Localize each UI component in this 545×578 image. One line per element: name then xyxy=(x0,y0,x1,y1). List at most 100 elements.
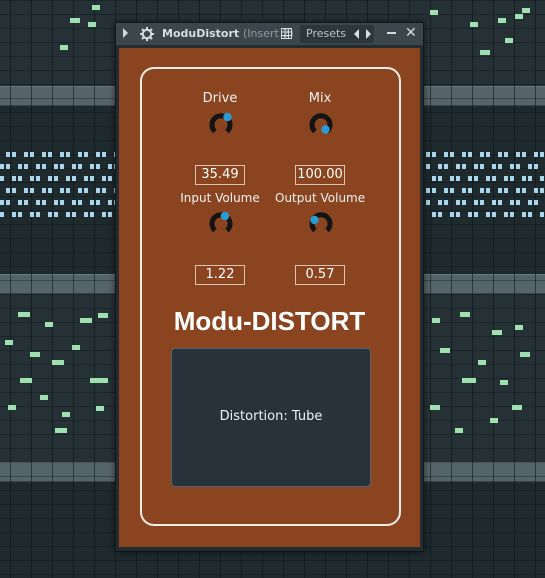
grid-line xyxy=(472,0,473,578)
piano-roll-note xyxy=(72,200,76,205)
next-preset-icon[interactable] xyxy=(366,29,371,39)
piano-roll-note xyxy=(72,176,76,181)
piano-roll-note xyxy=(98,313,108,318)
piano-roll-note xyxy=(492,200,496,205)
piano-roll-note xyxy=(66,188,70,193)
grid-row-line xyxy=(0,0,545,1)
piano-roll-note xyxy=(516,152,520,157)
previous-preset-icon[interactable] xyxy=(354,29,359,39)
piano-roll-note xyxy=(84,188,88,193)
piano-roll-note xyxy=(522,176,526,181)
drive-value-field[interactable]: 35.49 xyxy=(195,165,245,185)
piano-roll-note xyxy=(12,188,16,193)
piano-roll-note xyxy=(90,164,94,169)
piano-roll-note xyxy=(520,352,530,357)
piano-roll-note xyxy=(48,212,52,217)
piano-roll-note xyxy=(486,188,490,193)
piano-roll-note xyxy=(45,322,53,327)
piano-roll-note xyxy=(70,18,80,23)
piano-roll-note xyxy=(474,212,478,217)
piano-roll-note xyxy=(498,188,502,193)
piano-roll-note xyxy=(96,152,100,157)
output-volume-knob[interactable] xyxy=(309,211,333,235)
piano-roll-note xyxy=(474,176,478,181)
piano-roll-note xyxy=(66,176,70,181)
piano-roll-note xyxy=(432,152,436,157)
piano-roll-note xyxy=(432,188,436,193)
output-volume-label: Output Volume xyxy=(275,191,366,205)
piano-roll-note xyxy=(468,188,472,193)
piano-roll-note xyxy=(430,10,438,15)
piano-roll-note xyxy=(60,164,64,169)
output-volume-value-field[interactable]: 0.57 xyxy=(295,265,345,285)
piano-roll-note xyxy=(96,164,100,169)
input-volume-value-field[interactable]: 1.22 xyxy=(195,265,245,285)
piano-roll-note xyxy=(54,212,58,217)
grid-line xyxy=(94,0,95,578)
piano-roll-note xyxy=(510,212,514,217)
piano-roll-note xyxy=(54,200,58,205)
mix-knob[interactable] xyxy=(309,112,333,136)
piano-roll-note xyxy=(426,200,430,205)
piano-roll-note xyxy=(108,176,112,181)
piano-roll-note xyxy=(505,38,513,43)
piano-roll-note xyxy=(486,152,490,157)
piano-roll-note xyxy=(474,200,478,205)
close-icon[interactable]: ✕ xyxy=(405,26,417,40)
piano-roll-note xyxy=(426,152,430,157)
piano-roll-note xyxy=(534,200,538,205)
piano-roll-note xyxy=(534,152,538,157)
piano-roll-note xyxy=(432,212,436,217)
piano-roll-note xyxy=(20,378,32,383)
piano-roll-note xyxy=(528,164,532,169)
presets-menu[interactable]: Presets xyxy=(300,25,374,43)
piano-roll-note xyxy=(515,14,523,19)
piano-roll-note xyxy=(55,428,67,433)
grid-icon[interactable] xyxy=(281,28,292,39)
piano-roll-note xyxy=(498,164,502,169)
piano-roll-note xyxy=(78,152,82,157)
piano-roll-note xyxy=(60,200,64,205)
piano-roll-note xyxy=(486,212,490,217)
piano-roll-note xyxy=(88,22,96,27)
piano-roll-note xyxy=(456,176,460,181)
expand-arrow-icon[interactable] xyxy=(123,28,128,38)
piano-roll-note xyxy=(470,22,478,27)
piano-roll-note xyxy=(40,395,48,400)
piano-roll-note xyxy=(492,176,496,181)
gear-icon[interactable] xyxy=(140,27,154,41)
grid-line xyxy=(493,0,494,578)
piano-roll-note xyxy=(462,188,466,193)
plugin-window: ModuDistort (Insert 2) Presets ✕ Drive 3… xyxy=(115,22,424,552)
piano-roll-note xyxy=(78,188,82,193)
piano-roll-note xyxy=(444,188,448,193)
drive-knob[interactable] xyxy=(209,112,233,136)
piano-roll-note xyxy=(66,152,70,157)
mix-value-field[interactable]: 100.00 xyxy=(295,165,345,185)
piano-roll-note xyxy=(492,212,496,217)
distortion-mode-display[interactable]: Distortion: Tube xyxy=(171,348,371,487)
presets-label: Presets xyxy=(306,27,347,40)
piano-roll-note xyxy=(12,176,16,181)
piano-roll-note xyxy=(72,164,76,169)
piano-roll-note xyxy=(444,164,448,169)
piano-roll-note xyxy=(516,164,520,169)
minimize-icon[interactable] xyxy=(387,25,397,39)
piano-roll-note xyxy=(468,152,472,157)
grid-line xyxy=(535,0,536,578)
piano-roll-note xyxy=(102,176,106,181)
grid-line xyxy=(52,0,53,578)
piano-roll-note xyxy=(24,188,28,193)
piano-roll-note xyxy=(42,188,46,193)
piano-roll-note xyxy=(510,200,514,205)
piano-roll-note xyxy=(522,8,530,13)
piano-roll-note xyxy=(102,152,106,157)
piano-roll-note xyxy=(60,152,64,157)
plugin-titlebar[interactable]: ModuDistort (Insert 2) Presets ✕ xyxy=(116,23,423,45)
piano-roll-note xyxy=(66,212,70,217)
piano-roll-note xyxy=(540,188,544,193)
input-volume-knob[interactable] xyxy=(209,211,233,235)
piano-roll-note xyxy=(108,164,112,169)
piano-roll-note xyxy=(48,188,52,193)
piano-roll-note xyxy=(522,212,526,217)
